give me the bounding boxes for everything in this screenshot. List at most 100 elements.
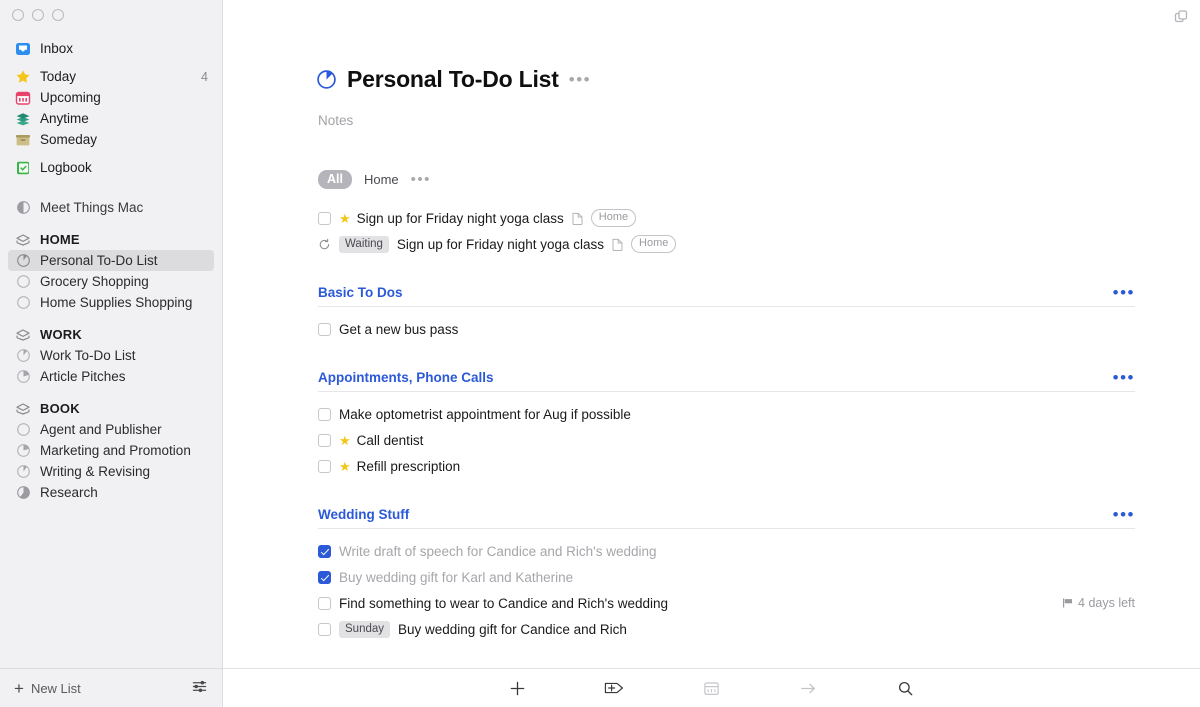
progress-pie-icon xyxy=(14,347,32,365)
task-title: Buy wedding gift for Karl and Katherine xyxy=(339,570,573,585)
task-checkbox[interactable] xyxy=(318,571,331,584)
sidebar-item-agent-and-publisher[interactable]: Agent and Publisher xyxy=(8,419,214,440)
task-checkbox[interactable] xyxy=(318,460,331,473)
progress-pie-icon xyxy=(14,199,32,217)
section-title[interactable]: Wedding Stuff xyxy=(318,507,409,522)
section-task-list: Write draft of speech for Candice and Ri… xyxy=(316,529,1135,642)
new-todo-button[interactable] xyxy=(469,669,566,707)
close-button[interactable] xyxy=(12,9,24,21)
sidebar-item-article-pitches[interactable]: Article Pitches xyxy=(8,366,214,387)
windows-overlap-icon[interactable] xyxy=(1170,6,1192,28)
sidebar-area-book[interactable]: BOOK xyxy=(8,398,214,419)
sidebar-item-meet-things-mac[interactable]: Meet Things Mac xyxy=(8,197,214,218)
sidebar-item-inbox[interactable]: Inbox xyxy=(8,38,214,59)
progress-pie-icon xyxy=(14,294,32,312)
sidebar-item-label: Grocery Shopping xyxy=(40,274,149,289)
area-icon xyxy=(14,326,32,344)
sidebar-list[interactable]: Inbox Today 4 xyxy=(0,30,222,668)
plus-icon[interactable]: + xyxy=(14,680,24,697)
sidebar-item-label: Writing & Revising xyxy=(40,464,150,479)
sidebar-item-today[interactable]: Today 4 xyxy=(8,66,214,87)
filter-more-button[interactable]: ••• xyxy=(411,172,431,187)
logbook-icon xyxy=(14,159,32,177)
sidebar-area-home[interactable]: HOME xyxy=(8,229,214,250)
notes-field[interactable]: Notes xyxy=(318,113,1135,128)
star-icon: ★ xyxy=(339,212,351,225)
star-icon xyxy=(14,68,32,86)
table-row[interactable]: Get a new bus pass xyxy=(318,316,1135,342)
status-badge: Waiting xyxy=(339,236,389,253)
table-row[interactable]: Buy wedding gift for Karl and Katherine xyxy=(318,564,1135,590)
progress-pie-icon xyxy=(14,252,32,270)
table-row[interactable]: Make optometrist appointment for Aug if … xyxy=(318,401,1135,427)
task-title: Find something to wear to Candice and Ri… xyxy=(339,596,668,611)
progress-pie-icon xyxy=(14,484,32,502)
sidebar-item-writing-and-revising[interactable]: Writing & Revising xyxy=(8,461,214,482)
new-list-button[interactable]: New List xyxy=(31,681,81,696)
status-badge: Sunday xyxy=(339,621,390,638)
progress-pie-icon xyxy=(14,368,32,386)
sidebar-item-logbook[interactable]: Logbook xyxy=(8,157,214,178)
minimize-button[interactable] xyxy=(32,9,44,21)
sidebar-item-label: Someday xyxy=(40,132,97,147)
sidebar-item-marketing-and-promotion[interactable]: Marketing and Promotion xyxy=(8,440,214,461)
task-checkbox[interactable] xyxy=(318,597,331,610)
inbox-icon xyxy=(14,40,32,58)
task-title: Write draft of speech for Candice and Ri… xyxy=(339,544,657,559)
table-row[interactable]: ★ Refill prescription xyxy=(318,453,1135,479)
task-tag[interactable]: Home xyxy=(631,235,676,253)
task-checkbox[interactable] xyxy=(318,623,331,636)
task-checkbox[interactable] xyxy=(318,212,331,225)
filter-chip-all[interactable]: All xyxy=(318,170,352,189)
sidebar-item-label: Anytime xyxy=(40,111,89,126)
sidebar-item-someday[interactable]: Someday xyxy=(8,129,214,150)
today-count-badge: 4 xyxy=(201,70,208,84)
table-row[interactable]: Waiting Sign up for Friday night yoga cl… xyxy=(318,231,1135,257)
task-tag[interactable]: Home xyxy=(591,209,636,227)
table-row[interactable]: Find something to wear to Candice and Ri… xyxy=(318,590,1135,616)
section-basic-to-dos: Basic To Dos ••• Get a new bus pass xyxy=(316,284,1135,342)
section-title[interactable]: Appointments, Phone Calls xyxy=(318,370,494,385)
sidebar-spacer xyxy=(0,218,222,229)
task-title: Refill prescription xyxy=(357,459,461,474)
task-checkbox[interactable] xyxy=(318,434,331,447)
search-icon[interactable] xyxy=(857,669,954,707)
project-menu-button[interactable]: ••• xyxy=(569,71,591,88)
sidebar-item-home-supplies-shopping[interactable]: Home Supplies Shopping xyxy=(8,292,214,313)
progress-pie-icon[interactable] xyxy=(316,69,337,90)
sidebar-item-anytime[interactable]: Anytime xyxy=(8,108,214,129)
filter-chip-home[interactable]: Home xyxy=(364,172,399,187)
table-row[interactable]: Write draft of speech for Candice and Ri… xyxy=(318,538,1135,564)
sidebar-item-label: Work To-Do List xyxy=(40,348,136,363)
sidebar-item-work-to-do-list[interactable]: Work To-Do List xyxy=(8,345,214,366)
task-checkbox[interactable] xyxy=(318,545,331,558)
sidebar-item-upcoming[interactable]: Upcoming xyxy=(8,87,214,108)
new-heading-button[interactable] xyxy=(566,669,663,707)
task-checkbox[interactable] xyxy=(318,323,331,336)
area-icon xyxy=(14,400,32,418)
progress-pie-icon xyxy=(14,421,32,439)
window-traffic-lights[interactable] xyxy=(0,0,222,30)
zoom-button[interactable] xyxy=(52,9,64,21)
section-menu-button[interactable]: ••• xyxy=(1113,284,1135,301)
move-arrow-button[interactable] xyxy=(760,669,857,707)
sidebar-item-personal-to-do-list[interactable]: Personal To-Do List xyxy=(8,250,214,271)
sidebar-area-work[interactable]: WORK xyxy=(8,324,214,345)
page-title[interactable]: Personal To-Do List xyxy=(347,66,559,93)
repeat-icon[interactable] xyxy=(318,238,331,251)
section-menu-button[interactable]: ••• xyxy=(1113,369,1135,386)
sidebar-item-label: Today xyxy=(40,69,76,84)
deadline-indicator: 4 days left xyxy=(1062,596,1135,610)
table-row[interactable]: ★ Sign up for Friday night yoga class Ho… xyxy=(318,205,1135,231)
task-checkbox[interactable] xyxy=(318,408,331,421)
star-icon: ★ xyxy=(339,460,351,473)
sidebar-item-grocery-shopping[interactable]: Grocery Shopping xyxy=(8,271,214,292)
sliders-icon[interactable] xyxy=(191,678,208,698)
section-menu-button[interactable]: ••• xyxy=(1113,506,1135,523)
table-row[interactable]: ★ Call dentist xyxy=(318,427,1135,453)
note-icon xyxy=(612,238,623,251)
table-row[interactable]: Sunday Buy wedding gift for Candice and … xyxy=(318,616,1135,642)
when-calendar-button[interactable] xyxy=(663,669,760,707)
sidebar-item-research[interactable]: Research xyxy=(8,482,214,503)
section-title[interactable]: Basic To Dos xyxy=(318,285,403,300)
